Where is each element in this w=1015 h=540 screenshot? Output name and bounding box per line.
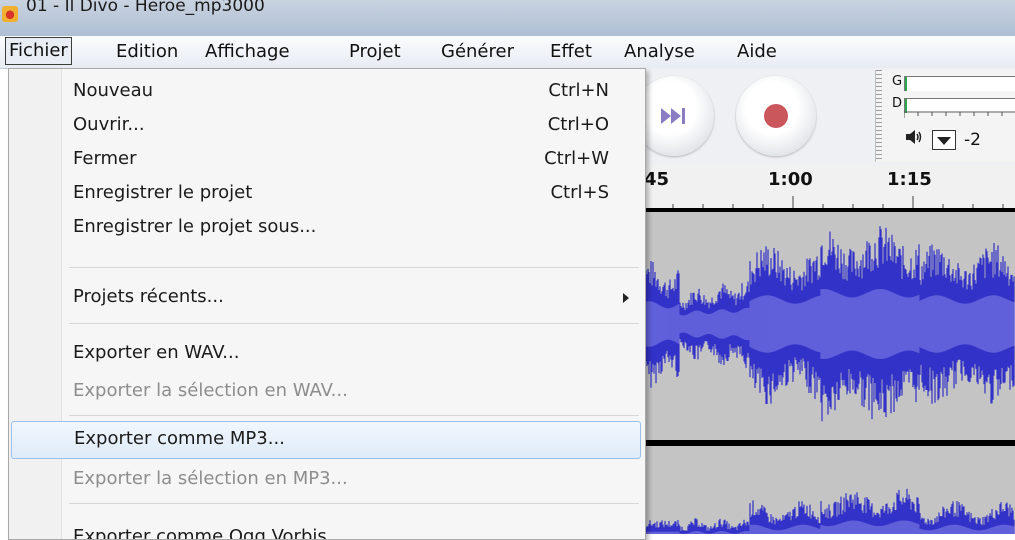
ruler-label: 45 <box>644 169 670 190</box>
menu-separator <box>69 415 639 416</box>
menu-item-export-wav[interactable]: Exporter en WAV... <box>9 337 645 371</box>
menu-projet[interactable]: Projet <box>349 39 401 65</box>
window-title: 01 - Il Divo - Heroe_mp3000 <box>26 0 265 16</box>
menu-item-export-mp3[interactable]: Exporter comme MP3... <box>11 421 641 459</box>
menu-separator <box>69 323 639 324</box>
meter-right-label: D <box>892 96 903 111</box>
record-button[interactable] <box>736 76 816 156</box>
timeline-ruler[interactable]: 45 1:00 1:15 <box>640 166 1015 209</box>
meter-dropdown[interactable] <box>932 130 956 150</box>
chevron-down-icon <box>937 137 951 145</box>
menu-separator <box>69 503 639 504</box>
audio-track-left[interactable] <box>640 212 1015 440</box>
menu-analyse[interactable]: Analyse <box>624 39 695 65</box>
menu-item-fermer[interactable]: Fermer Ctrl+W <box>9 143 645 177</box>
skip-end-icon <box>634 76 714 156</box>
menu-item-projets-recents[interactable]: Projets récents... <box>9 281 645 315</box>
meter-left-bar <box>904 76 1015 91</box>
ruler-label: 1:15 <box>887 169 932 190</box>
menu-separator <box>69 267 639 268</box>
meter-scale <box>904 111 1015 118</box>
meter-left-label: G <box>892 74 903 89</box>
record-icon <box>736 76 816 156</box>
app-icon <box>2 6 18 22</box>
file-menu: Nouveau Ctrl+N Ouvrir... Ctrl+O Fermer C… <box>8 68 646 540</box>
menu-edition[interactable]: Edition <box>116 39 178 65</box>
menu-affichage[interactable]: Affichage <box>205 39 290 65</box>
speaker-icon <box>904 128 924 150</box>
menu-item-export-selection-mp3[interactable]: Exporter la sélection en MP3... <box>9 463 645 497</box>
audio-track-right[interactable] <box>640 446 1015 534</box>
menu-effet[interactable]: Effet <box>550 39 592 65</box>
waveform <box>640 226 1015 422</box>
level-meter: G D -2 <box>875 70 1015 162</box>
title-bar: 01 - Il Divo - Heroe_mp3000 <box>0 0 1015 36</box>
menu-item-nouveau[interactable]: Nouveau Ctrl+N <box>9 75 645 109</box>
ruler-label: 1:00 <box>768 169 813 190</box>
menu-bar: Fichier Edition Affichage Projet Générer… <box>0 36 1015 69</box>
menu-generer[interactable]: Générer <box>441 39 514 65</box>
meter-value: -2 <box>964 130 981 150</box>
meter-grip[interactable] <box>876 70 882 162</box>
menu-item-enregistrer-sous[interactable]: Enregistrer le projet sous... <box>9 211 645 245</box>
menu-item-export-ogg[interactable]: Exporter comme Ogg Vorbis... <box>9 521 645 539</box>
waveform <box>640 488 1015 534</box>
menu-item-enregistrer[interactable]: Enregistrer le projet Ctrl+S <box>9 177 645 211</box>
submenu-arrow-icon <box>623 293 629 303</box>
menu-aide[interactable]: Aide <box>737 39 777 65</box>
menu-item-ouvrir[interactable]: Ouvrir... Ctrl+O <box>9 109 645 143</box>
menu-fichier[interactable]: Fichier <box>5 37 72 65</box>
skip-end-button[interactable] <box>634 76 714 156</box>
menu-item-export-selection-wav[interactable]: Exporter la sélection en WAV... <box>9 375 645 409</box>
